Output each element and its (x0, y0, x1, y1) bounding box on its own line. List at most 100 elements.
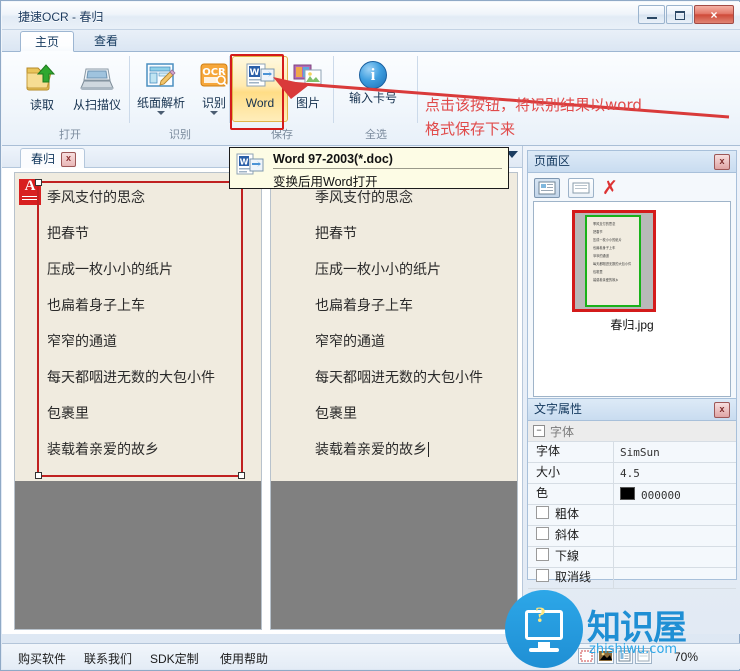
property-label-underline: 下線 (555, 549, 580, 563)
svg-text:W: W (240, 158, 249, 167)
status-link-buy[interactable]: 购买软件 (18, 650, 66, 667)
property-key-italic[interactable]: 斜体 (528, 526, 614, 546)
ribbon-button-page-analysis-label: 纸面解析 (136, 96, 185, 110)
watermark-base (529, 648, 559, 652)
image-icon (281, 61, 335, 94)
ribbon-group-recognize: 纸面解析 OCR 识别 识别 (130, 52, 230, 145)
word-icon: W (233, 61, 287, 94)
ribbon-button-from-scanner-label: 从扫描仪 (72, 98, 121, 112)
property-key-bold[interactable]: 粗体 (528, 505, 614, 525)
property-row-strikethrough[interactable]: 取消线 (528, 568, 736, 589)
window-title: 捷速OCR - 春归 (18, 10, 104, 24)
close-button[interactable]: × (694, 5, 734, 24)
window-frame: 捷速OCR - 春归 × 主页 查看 读取 从扫描仪 打开 纸面解析 OCR 识… (0, 0, 740, 671)
page-area-panel-body: ✗ 季风支付的思念 把春节 压成一枚小小的纸片 也扁着身子上车 窄窄的通道 每天… (527, 172, 737, 402)
ribbon-group-open-label: 打开 (59, 129, 81, 141)
ribbon-button-page-analysis[interactable]: 纸面解析 (130, 56, 192, 122)
page-analysis-icon (131, 61, 191, 94)
ribbon-button-image[interactable]: 图片 (280, 56, 336, 122)
result-line-5: 窄窄的通道 (315, 334, 385, 350)
single-page-view-button[interactable] (568, 177, 594, 198)
watermark: ? 知识屋 zhishiwu.com (505, 590, 735, 668)
watermark-url: zhishiwu.com (589, 642, 678, 657)
maximize-icon (675, 11, 685, 20)
chevron-down-icon[interactable] (210, 111, 218, 115)
chevron-down-icon[interactable] (157, 111, 165, 115)
ribbon-group-save: W Word 图片 保存 (230, 52, 334, 145)
open-folder-icon (15, 61, 69, 96)
bold-checkbox[interactable] (536, 506, 549, 519)
source-line-1: 季风支付的思念 (47, 190, 145, 206)
ribbon-button-read[interactable]: 读取 (14, 56, 70, 122)
strikethrough-checkbox[interactable] (536, 569, 549, 582)
status-link-contact[interactable]: 联系我们 (84, 650, 132, 667)
property-row-font-color[interactable]: 色 000000 (528, 484, 736, 505)
result-line-7: 包裹里 (315, 406, 357, 422)
maximize-button[interactable] (666, 5, 693, 24)
property-value-font-family[interactable]: SimSun (614, 446, 736, 459)
property-value-font-size[interactable]: 4.5 (614, 467, 736, 480)
window-controls: × (638, 5, 734, 24)
ribbon-button-image-label: 图片 (295, 96, 320, 110)
page-area-panel-close-icon[interactable]: x (714, 153, 730, 170)
tab-view[interactable]: 查看 (80, 31, 132, 52)
minimize-button[interactable] (638, 5, 665, 24)
thumb-line-5: 窄窄的通道 (593, 254, 609, 258)
ribbon-group-open: 读取 从扫描仪 打开 (10, 52, 130, 145)
property-key-underline[interactable]: 下線 (528, 547, 614, 567)
close-icon: × (710, 7, 718, 22)
resize-handle-sw[interactable] (35, 472, 42, 479)
property-row-font-size[interactable]: 大小 4.5 (528, 463, 736, 484)
ocr-result-pane[interactable]: 季风支付的思念 把春节 压成一枚小小的纸片 也扁着身子上车 窄窄的通道 每天都咽… (270, 172, 518, 630)
ribbon-group-save-label: 保存 (271, 129, 293, 141)
page-area-panel-header: 页面区 x (527, 150, 737, 172)
status-link-help[interactable]: 使用帮助 (220, 650, 268, 667)
result-line-4: 也扁着身子上车 (315, 298, 413, 314)
right-dock-column: 页面区 x ✗ 季风支付的思念 把春节 压成一枚小小的纸片 也扁着身子上车 窄窄… (522, 146, 740, 634)
collapse-icon[interactable]: − (533, 425, 545, 437)
thumb-line-4: 也扁着身子上车 (593, 246, 616, 250)
font-group-row[interactable]: − 字体 (528, 421, 736, 442)
delete-page-button[interactable]: ✗ (602, 178, 618, 197)
tooltip-subtitle: 变换后用Word打开 (273, 175, 378, 189)
tooltip-title: Word 97-2003(*.doc) (273, 152, 502, 169)
tab-home-label: 主页 (35, 35, 60, 49)
italic-checkbox[interactable] (536, 527, 549, 540)
zone-badge-lines (19, 196, 41, 200)
document-tab-chungui[interactable]: 春归 x (20, 148, 86, 169)
annotation-line-2: 格式保存下来 (425, 120, 516, 138)
property-value-font-color[interactable]: 000000 (614, 486, 736, 502)
ribbon-button-input-card-number-label: 输入卡号 (348, 91, 397, 105)
property-row-bold[interactable]: 粗体 (528, 505, 736, 526)
text-properties-panel-close-icon[interactable]: x (714, 401, 730, 418)
ribbon-button-input-card-number[interactable]: i 输入卡号 (342, 56, 404, 122)
status-link-sdk[interactable]: SDK定制 (150, 650, 199, 667)
thumbnail-view-button[interactable] (534, 177, 560, 198)
resize-handle-se[interactable] (238, 472, 245, 479)
zone-badge-letter: A (24, 178, 36, 194)
tab-home[interactable]: 主页 (20, 31, 75, 52)
property-key-strikethrough[interactable]: 取消线 (528, 568, 614, 588)
thumb-line-8: 装载着亲爱的故乡 (593, 278, 619, 282)
word-save-tooltip: W Word 97-2003(*.doc) 变换后用Word打开 (229, 147, 509, 189)
property-row-italic[interactable]: 斜体 (528, 526, 736, 547)
source-image-pane[interactable]: A 季风支付的思念 把春节 压成一枚小小的纸片 也扁着身子上车 窄窄的通道 每天… (14, 172, 262, 630)
svg-text:W: W (250, 68, 260, 78)
page-thumbnail-area[interactable]: 季风支付的思念 把春节 压成一枚小小的纸片 也扁着身子上车 窄窄的通道 每天都咽… (533, 201, 731, 397)
text-properties-panel-body: − 字体 字体 SimSun 大小 4.5 色 000000 粗体 斜体 下線 … (527, 420, 737, 589)
source-line-4: 也扁着身子上车 (47, 298, 145, 314)
property-row-font-family[interactable]: 字体 SimSun (528, 442, 736, 463)
ribbon-tab-strip: 主页 查看 (2, 30, 740, 52)
page-thumbnail[interactable]: 季风支付的思念 把春节 压成一枚小小的纸片 也扁着身子上车 窄窄的通道 每天都咽… (572, 210, 656, 312)
page-area-panel-title: 页面区 (534, 154, 571, 168)
ribbon-button-from-scanner[interactable]: 从扫描仪 (66, 56, 128, 122)
ribbon-group-selectall: i 输入卡号 全选 (334, 52, 418, 145)
property-label-bold: 粗体 (555, 507, 580, 521)
underline-checkbox[interactable] (536, 548, 549, 561)
document-tab-close-icon[interactable]: x (61, 151, 77, 167)
ribbon-button-read-label: 读取 (29, 98, 54, 112)
property-row-underline[interactable]: 下線 (528, 547, 736, 568)
page-area-toolbar: ✗ (528, 173, 736, 199)
minimize-icon (647, 17, 657, 19)
result-line-8: 装载着亲爱的故乡 (315, 439, 429, 459)
